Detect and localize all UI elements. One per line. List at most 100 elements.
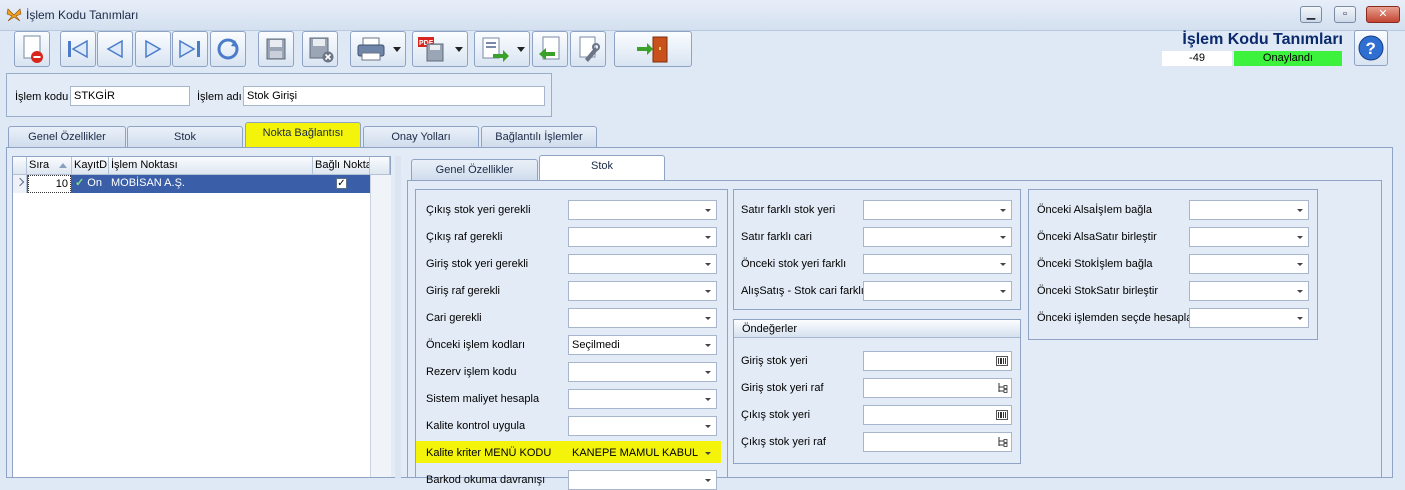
grid-header-kayit[interactable]: KayıtDı (72, 157, 109, 175)
stock-field-value-9: KANEPE MAMUL KABUL (572, 447, 699, 459)
tools-button[interactable] (570, 31, 606, 67)
main-tab-general[interactable]: Genel Özellikler (8, 126, 126, 148)
stock-field-combo-4[interactable] (568, 308, 717, 328)
diff-field-combo-2[interactable] (863, 254, 1012, 274)
last-record-button[interactable] (172, 31, 208, 67)
stock-field-combo-6[interactable] (568, 362, 717, 382)
stock-field-combo-1[interactable] (568, 227, 717, 247)
cell-kayit[interactable]: ✓ On (72, 175, 109, 193)
dropdown-arrow-icon[interactable] (705, 290, 711, 293)
default-field-combo-0[interactable] (863, 351, 1012, 371)
dropdown-arrow-icon[interactable] (1000, 263, 1006, 266)
new-document-delete-button[interactable] (14, 31, 50, 67)
dropdown-arrow-icon[interactable] (1297, 317, 1303, 320)
dropdown-arrow-icon[interactable] (1297, 236, 1303, 239)
check-icon: ✓ (75, 177, 85, 189)
splitter-handle[interactable] (395, 156, 401, 478)
name-field[interactable]: Stok Girişi (243, 86, 545, 106)
diff-field-combo-1[interactable] (863, 227, 1012, 247)
stock-field-combo-7[interactable] (568, 389, 717, 409)
main-tab-point-link[interactable]: Nokta Bağlantısı (245, 122, 361, 148)
dropdown-arrow-icon[interactable] (705, 344, 711, 347)
code-field[interactable]: STKGİR (70, 86, 190, 106)
dropdown-arrow-icon[interactable] (705, 263, 711, 266)
barcode-icon[interactable] (996, 410, 1008, 420)
cell-nokta[interactable]: MOBİSAN A.Ş. (109, 175, 313, 193)
dropdown-arrow-icon[interactable] (705, 479, 711, 482)
main-tab-approval[interactable]: Onay Yolları (363, 126, 479, 148)
minimize-button[interactable]: ▁ (1300, 6, 1322, 23)
main-tab-stock[interactable]: Stok (127, 126, 243, 148)
dropdown-arrow-icon[interactable] (705, 371, 711, 374)
stock-field-combo-0[interactable] (568, 200, 717, 220)
help-button[interactable]: ? (1354, 30, 1388, 66)
pdf-save-button[interactable]: PDF (412, 31, 468, 67)
next-record-button[interactable] (135, 31, 171, 67)
status-badge: Onaylandı (1234, 51, 1342, 66)
sub-tab-general[interactable]: Genel Özellikler (411, 159, 538, 181)
link-field-combo-4[interactable] (1189, 308, 1309, 328)
diff-field-combo-0[interactable] (863, 200, 1012, 220)
refresh-icon (217, 38, 239, 60)
default-field-label-2: Çıkış stok yeri (741, 409, 811, 421)
dropdown-arrow-icon[interactable] (705, 452, 711, 455)
dropdown-arrow-icon[interactable] (705, 398, 711, 401)
dropdown-arrow-icon[interactable] (1000, 236, 1006, 239)
grid-header-sira[interactable]: Sıra (27, 157, 72, 175)
exit-button[interactable] (614, 31, 692, 67)
tree-icon[interactable] (996, 437, 1008, 447)
butterfly-app-icon (6, 8, 22, 22)
save-cancel-button[interactable] (302, 31, 338, 67)
dropdown-arrow-icon[interactable] (705, 317, 711, 320)
link-field-combo-2[interactable] (1189, 254, 1309, 274)
dropdown-arrow-icon[interactable] (1297, 209, 1303, 212)
dropdown-arrow-icon[interactable] (705, 236, 711, 239)
dropdown-arrow-icon[interactable] (705, 209, 711, 212)
tree-icon[interactable] (996, 383, 1008, 393)
diff-field-combo-3[interactable] (863, 281, 1012, 301)
link-field-combo-3[interactable] (1189, 281, 1309, 301)
stock-field-combo-5[interactable]: Seçilmedi (568, 335, 717, 355)
default-field-combo-2[interactable] (863, 405, 1012, 425)
export-icon (482, 37, 509, 62)
refresh-button[interactable] (210, 31, 246, 67)
link-field-label-2: Önceki Stokİşlem bağla (1037, 258, 1153, 270)
page-title: İşlem Kodu Tanımları (1182, 31, 1343, 48)
import-button[interactable] (532, 31, 568, 67)
grid-header-nokta[interactable]: İşlem Noktası (109, 157, 313, 175)
checkbox-checked-icon[interactable]: ✓ (336, 178, 347, 189)
default-field-combo-3[interactable] (863, 432, 1012, 452)
link-field-label-4: Önceki işlemden seçde hesapla (1037, 312, 1193, 324)
diff-field-label-0: Satır farklı stok yeri (741, 204, 836, 216)
close-button[interactable]: ✕ (1366, 6, 1400, 23)
grid-header-bagli[interactable]: Bağlı Nokta (313, 157, 370, 175)
stock-field-label-1: Çıkış raf gerekli (426, 231, 503, 243)
stock-field-combo-8[interactable] (568, 416, 717, 436)
dropdown-arrow-icon[interactable] (1000, 209, 1006, 212)
dropdown-arrow-icon[interactable] (1297, 263, 1303, 266)
cell-bagli[interactable]: ✓ (313, 175, 370, 193)
stock-field-combo-10[interactable] (568, 470, 717, 490)
main-tab-linked-ops[interactable]: Bağlantılı İşlemler (481, 126, 597, 148)
first-record-button[interactable] (60, 31, 96, 67)
table-row[interactable]: 10 ✓ On MOBİSAN A.Ş. ✓ (13, 175, 370, 193)
stock-field-combo-2[interactable] (568, 254, 717, 274)
dropdown-arrow-icon[interactable] (705, 425, 711, 428)
dropdown-arrow-icon[interactable] (1000, 290, 1006, 293)
maximize-button[interactable]: ▫ (1334, 6, 1356, 23)
link-field-combo-0[interactable] (1189, 200, 1309, 220)
print-button[interactable] (350, 31, 406, 67)
previous-record-button[interactable] (97, 31, 133, 67)
default-field-combo-1[interactable] (863, 378, 1012, 398)
dropdown-arrow-icon[interactable] (1297, 290, 1303, 293)
stock-field-label-3: Giriş raf gerekli (426, 285, 500, 297)
save-button[interactable] (258, 31, 294, 67)
export-button[interactable] (474, 31, 530, 67)
stock-field-combo-3[interactable] (568, 281, 717, 301)
link-field-label-3: Önceki StokSatır birleştir (1037, 285, 1159, 297)
stock-field-combo-9[interactable]: KANEPE MAMUL KABUL (568, 443, 717, 463)
link-field-combo-1[interactable] (1189, 227, 1309, 247)
cell-sira[interactable]: 10 (28, 175, 71, 193)
sub-tab-stock[interactable]: Stok (539, 155, 665, 181)
barcode-icon[interactable] (996, 356, 1008, 366)
